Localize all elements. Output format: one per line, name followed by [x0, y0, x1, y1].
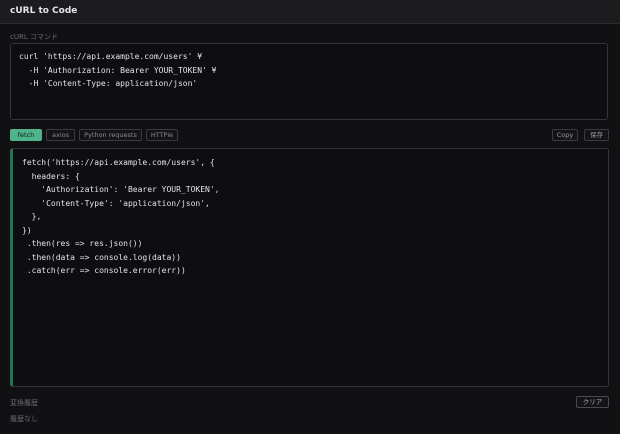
- code-output[interactable]: fetch('https://api.example.com/users', {…: [10, 148, 609, 387]
- code-line: }): [22, 226, 32, 235]
- code-line: .then(data => console.log(data)): [22, 253, 181, 262]
- code-line: 'Authorization': 'Bearer YOUR_TOKEN',: [22, 185, 220, 194]
- code-line: .catch(err => console.error(err)): [22, 266, 186, 275]
- tab-axios[interactable]: axios: [46, 129, 75, 141]
- clear-history-button[interactable]: クリア: [576, 396, 609, 408]
- code-line: fetch('https://api.example.com/users', {: [22, 158, 215, 167]
- tab-python-requests[interactable]: Python requests: [79, 129, 142, 141]
- history-label: 変換履歴: [10, 399, 38, 407]
- curl-line: -H 'Authorization: Bearer YOUR_TOKEN' ¥: [19, 66, 217, 75]
- curl-line: -H 'Content-Type: application/json': [19, 79, 198, 88]
- app-title: cURL to Code: [10, 6, 78, 16]
- code-line: .then(res => res.json()): [22, 239, 143, 248]
- tab-httpie[interactable]: HTTPie: [146, 129, 178, 141]
- app-window: cURL to Code cURL コマンド curl 'https://api…: [0, 0, 620, 434]
- curl-input[interactable]: curl 'https://api.example.com/users' ¥ -…: [10, 43, 608, 120]
- save-button[interactable]: 保存: [584, 129, 609, 141]
- history-empty-text: 履歴なし: [10, 415, 38, 423]
- code-line: },: [22, 212, 42, 221]
- curl-input-label: cURL コマンド: [10, 33, 58, 41]
- code-line: 'Content-Type': 'application/json',: [22, 199, 210, 208]
- copy-button[interactable]: Copy: [552, 129, 578, 141]
- code-line: headers: {: [22, 172, 80, 181]
- title-bar: cURL to Code: [0, 0, 620, 24]
- tab-fetch[interactable]: fetch: [10, 129, 42, 141]
- curl-line: curl 'https://api.example.com/users' ¥: [19, 52, 203, 61]
